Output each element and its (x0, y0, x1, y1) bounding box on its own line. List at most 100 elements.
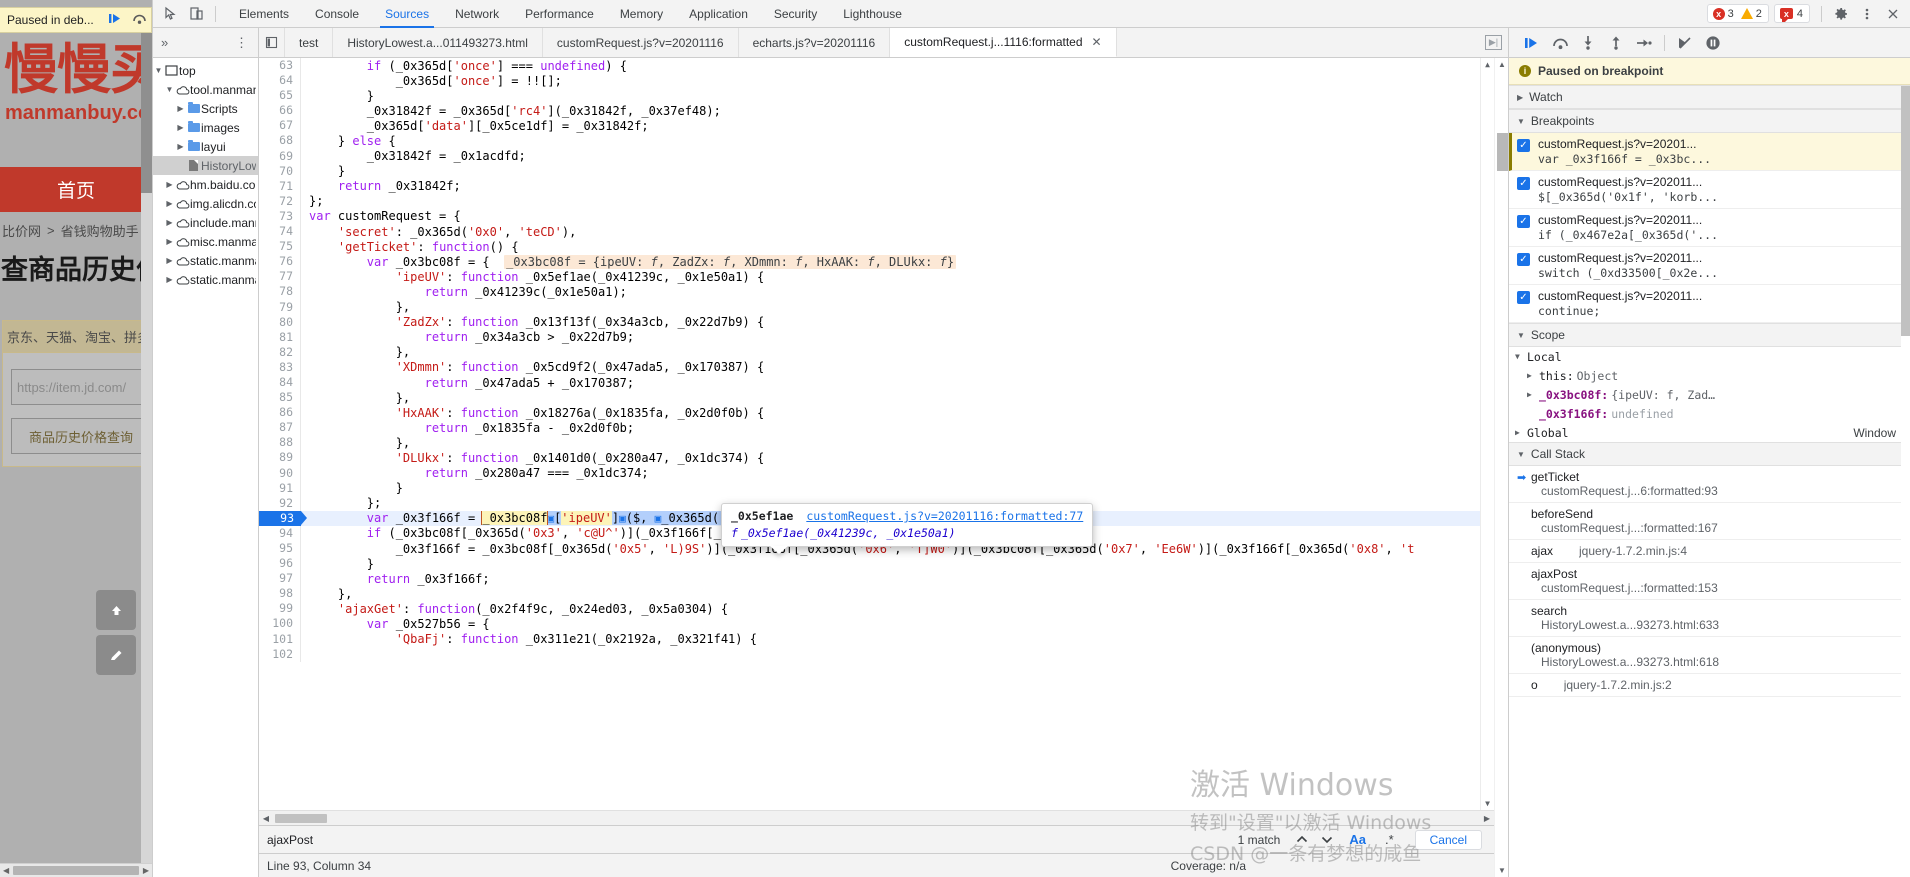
navigator-tree-item[interactable]: ▶img.alicdn.com (153, 194, 258, 213)
line-number[interactable]: 85 (259, 390, 301, 405)
code-line[interactable]: 73var customRequest = { (259, 209, 1494, 224)
scope-twisty-icon[interactable]: ▶ (1515, 428, 1527, 437)
scope-row[interactable]: ▶GlobalWindow (1509, 423, 1910, 442)
breakpoint-item[interactable]: ✓customRequest.js?v=202011...if (_0x467e… (1509, 209, 1910, 247)
code-editor[interactable]: 63 if (_0x365d['once'] === undefined) {6… (259, 58, 1494, 810)
editor-scroll-left-icon[interactable]: ◀ (259, 814, 273, 823)
line-number[interactable]: 83 (259, 360, 301, 375)
panel-tab-network[interactable]: Network (442, 0, 512, 28)
page-hscroll-thumb[interactable] (13, 866, 139, 875)
breakpoint-item[interactable]: ✓customRequest.js?v=202011...continue; (1509, 285, 1910, 323)
line-number[interactable]: 69 (259, 149, 301, 164)
code-line[interactable]: 81 return _0x34a3cb > _0x22d7b9; (259, 330, 1494, 345)
code-line[interactable]: 83 'XDmmn': function _0x5cd9f2(_0x47ada5… (259, 360, 1494, 375)
code-line[interactable]: 96 } (259, 556, 1494, 571)
line-number[interactable]: 74 (259, 224, 301, 239)
line-number[interactable]: 101 (259, 632, 301, 647)
navigator-tree-item[interactable]: ▶Scripts (153, 99, 258, 118)
editor-scroll-down-icon[interactable]: ▼ (1485, 799, 1490, 808)
panel-tab-console[interactable]: Console (302, 0, 372, 28)
close-icon[interactable] (1880, 2, 1906, 26)
code-line[interactable]: 85 }, (259, 390, 1494, 405)
inspect-element-icon[interactable] (157, 2, 183, 26)
callstack-item[interactable]: ojquery-1.7.2.min.js:2 (1509, 674, 1910, 697)
code-line[interactable]: 69 _0x31842f = _0x1acdfd; (259, 149, 1494, 164)
scope-twisty-icon[interactable]: ▶ (1527, 390, 1539, 399)
pause-on-exceptions-button[interactable] (1700, 31, 1726, 55)
code-line[interactable]: 101 'QbaFj': function _0x311e21(_0x2192a… (259, 632, 1494, 647)
code-line[interactable]: 86 'HxAAK': function _0x18276a(_0x1835fa… (259, 405, 1494, 420)
line-number[interactable]: 99 (259, 601, 301, 616)
panel-tab-performance[interactable]: Performance (512, 0, 607, 28)
code-line[interactable]: 100 var _0x527b56 = { (259, 616, 1494, 631)
scope-twisty-icon[interactable]: ▼ (1515, 352, 1527, 361)
code-line[interactable]: 102 (259, 647, 1494, 662)
panel-tab-security[interactable]: Security (761, 0, 830, 28)
line-number[interactable]: 66 (259, 103, 301, 118)
callstack-item[interactable]: beforeSendcustomRequest.j...:formatted:1… (1509, 503, 1910, 540)
breakpoint-item[interactable]: ✓customRequest.js?v=202011...switch (_0x… (1509, 247, 1910, 285)
line-number[interactable]: 67 (259, 118, 301, 133)
editor-horizontal-scrollbar[interactable]: ◀ ▶ (259, 810, 1494, 825)
scope-twisty-icon[interactable]: ▶ (1527, 371, 1539, 380)
panel-tab-sources[interactable]: Sources (372, 0, 442, 28)
resume-script-icon[interactable] (103, 12, 127, 28)
navigator-tree-item[interactable]: ▶misc.manmanbuy.com (153, 232, 258, 251)
line-number[interactable]: 65 (259, 88, 301, 103)
sidebar-scrollbar[interactable] (1901, 86, 1910, 877)
tree-twisty-icon[interactable]: ▼ (153, 66, 164, 75)
code-line[interactable]: 88 }, (259, 435, 1494, 450)
callstack-item[interactable]: ➡getTicketcustomRequest.j...6:formatted:… (1509, 466, 1910, 503)
step-out-button[interactable] (1603, 31, 1629, 55)
tree-twisty-icon[interactable]: ▶ (175, 123, 186, 132)
line-number[interactable]: 86 (259, 405, 301, 420)
code-line[interactable]: 78 return _0x41239c(_0x1e50a1); (259, 284, 1494, 299)
navigator-tree-item[interactable]: ▶static.manmanbuy.com (153, 251, 258, 270)
line-number[interactable]: 80 (259, 315, 301, 330)
line-number[interactable]: 79 (259, 300, 301, 315)
search-input[interactable] (265, 830, 1227, 850)
line-number[interactable]: 78 (259, 284, 301, 299)
code-line[interactable]: 70 } (259, 164, 1494, 179)
line-number[interactable]: 76 (259, 254, 301, 269)
code-line[interactable]: 79 }, (259, 300, 1494, 315)
breakpoint-checkbox[interactable]: ✓ (1517, 253, 1530, 266)
tree-twisty-icon[interactable]: ▼ (164, 85, 175, 94)
issues-counter[interactable]: x 3 2 (1707, 4, 1769, 23)
panel-tab-elements[interactable]: Elements (226, 0, 302, 28)
pencil-icon[interactable] (96, 635, 136, 675)
code-line[interactable]: 77 'ipeUV': function _0x5ef1ae(_0x41239c… (259, 269, 1494, 284)
code-line[interactable]: 82 }, (259, 345, 1494, 360)
tooltip-source-link[interactable]: customRequest.js?v=20201116:formatted:77 (806, 509, 1083, 523)
code-line[interactable]: 80 'ZadZx': function _0x13f13f(_0x34a3cb… (259, 315, 1494, 330)
callstack-section-header[interactable]: ▼ Call Stack (1509, 442, 1910, 466)
navigator-tree-item[interactable]: HistoryLowest.aspx (153, 156, 258, 175)
editor-tab[interactable]: customRequest.j...1116:formatted✕ (890, 28, 1116, 57)
panel-tab-memory[interactable]: Memory (607, 0, 676, 28)
tree-twisty-icon[interactable]: ▶ (164, 275, 175, 284)
breakpoint-checkbox[interactable]: ✓ (1517, 291, 1530, 304)
editor-tab[interactable]: echarts.js?v=20201116 (739, 28, 891, 57)
tree-twisty-icon[interactable]: ▶ (164, 256, 175, 265)
line-number[interactable]: 72 (259, 194, 301, 209)
code-line[interactable]: 65 } (259, 88, 1494, 103)
show-drawer-icon[interactable]: ▶| (1485, 35, 1502, 50)
scroll-right-icon[interactable]: ▶ (140, 866, 152, 875)
code-line[interactable]: 63 if (_0x365d['once'] === undefined) { (259, 58, 1494, 73)
line-number[interactable]: 70 (259, 164, 301, 179)
code-line[interactable]: 91 } (259, 481, 1494, 496)
line-number[interactable]: 71 (259, 179, 301, 194)
tree-twisty-icon[interactable]: ▶ (164, 237, 175, 246)
navigator-tree-item[interactable]: ▼top (153, 61, 258, 80)
editor-hscroll-thumb[interactable] (275, 814, 327, 823)
panel-tab-application[interactable]: Application (676, 0, 761, 28)
collapse-sidebar-icon[interactable] (259, 28, 285, 57)
breadcrumb-item-1[interactable]: 省钱购物助手 (61, 221, 139, 240)
watch-section-header[interactable]: ▶ Watch (1509, 85, 1910, 109)
navigator-tree-item[interactable]: ▶hm.baidu.com (153, 175, 258, 194)
tree-twisty-icon[interactable]: ▶ (164, 199, 175, 208)
callstack-item[interactable]: (anonymous)HistoryLowest.a...93273.html:… (1509, 637, 1910, 674)
line-number[interactable]: 98 (259, 586, 301, 601)
line-number[interactable]: 63 (259, 58, 301, 73)
deactivate-breakpoints-button[interactable] (1672, 31, 1698, 55)
